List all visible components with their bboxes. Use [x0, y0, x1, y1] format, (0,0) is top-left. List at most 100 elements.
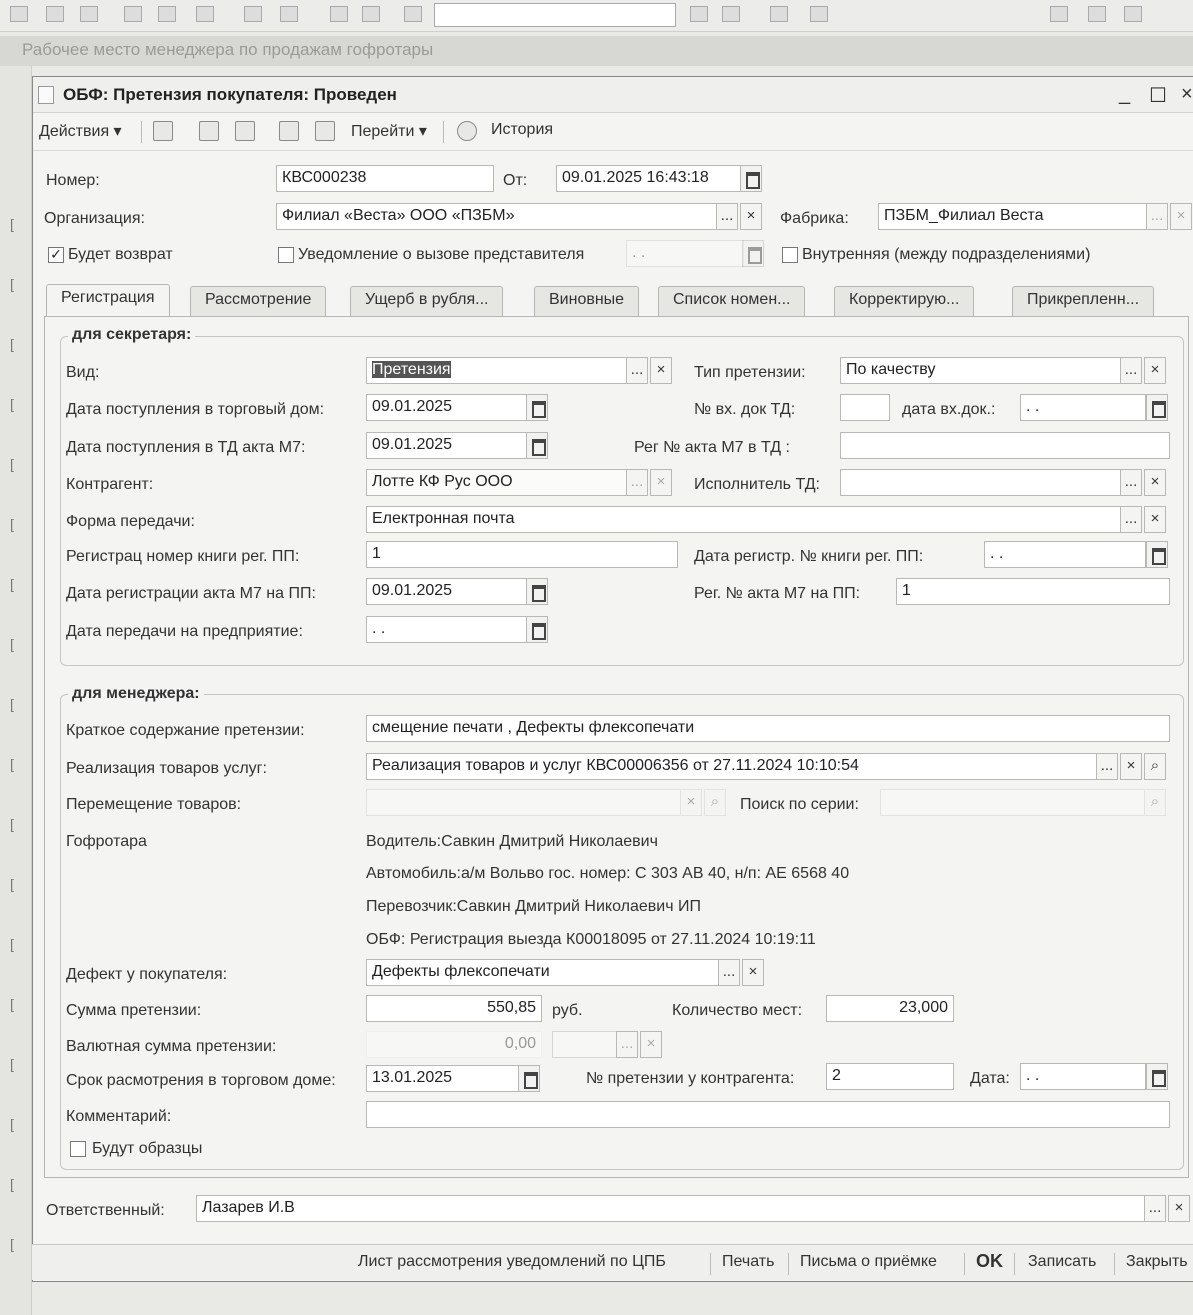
structure-icon[interactable] [199, 121, 219, 141]
org-clear-icon[interactable]: × [740, 203, 762, 230]
fx-select-button[interactable]: ... [616, 1031, 638, 1058]
open-icon[interactable] [46, 6, 64, 22]
calendar-icon[interactable] [740, 165, 762, 192]
factory-clear-icon[interactable]: × [1170, 203, 1192, 230]
print-icon[interactable] [244, 6, 262, 22]
window-icon[interactable] [770, 6, 788, 22]
claim-type-clear-icon[interactable]: × [1144, 357, 1166, 384]
calendar-icon[interactable] [1146, 1063, 1168, 1090]
movements-icon[interactable] [315, 121, 335, 141]
tab-guilty[interactable]: Виновные [534, 286, 640, 316]
calendar31-icon[interactable] [1088, 6, 1106, 22]
calendar-icon[interactable] [518, 1065, 540, 1092]
cp-claim-field[interactable]: 2 [826, 1063, 954, 1090]
return-checkbox[interactable]: ✓ [48, 247, 64, 263]
date-m7-field[interactable]: 09.01.2025 [366, 432, 528, 459]
review-sheet-button[interactable]: Лист рассмотрения уведомлений по ЦПБ [358, 1253, 666, 1271]
tab-damage[interactable]: Ущерб в рубля... [350, 286, 504, 316]
calendar-icon[interactable] [526, 432, 548, 459]
tab-registration[interactable]: Регистрация [46, 284, 170, 317]
counterparty-clear-icon[interactable]: × [650, 469, 672, 496]
reg-m7-td-field[interactable] [840, 432, 1170, 459]
move-search-icon[interactable]: ⌕ [704, 789, 726, 816]
date-in-field[interactable]: 09.01.2025 [366, 394, 528, 421]
transfer-date-field[interactable]: . . [366, 616, 528, 643]
serial-field[interactable] [880, 789, 1146, 816]
samples-checkbox[interactable] [70, 1141, 86, 1157]
form-clear-icon[interactable]: × [1144, 506, 1166, 533]
kind-clear-icon[interactable]: × [650, 357, 672, 384]
reg-m7-date-field[interactable]: 09.01.2025 [366, 578, 528, 605]
defect-field[interactable]: Дефекты флексопечати [366, 959, 720, 986]
tab-corrections[interactable]: Корректирую... [834, 286, 975, 316]
form-field[interactable]: Електронная почта [366, 506, 1122, 533]
copy-icon[interactable] [158, 6, 176, 22]
redo-icon[interactable] [362, 6, 380, 22]
ok-button[interactable]: OK [976, 1251, 1003, 1272]
find-icon[interactable] [404, 6, 422, 22]
sale-search-icon[interactable]: ⌕ [1144, 753, 1166, 780]
places-field[interactable]: 23,000 [826, 995, 954, 1022]
tab-attachments[interactable]: Прикрепленн... [1012, 286, 1155, 316]
responsible-field[interactable]: Лазарев И.В [196, 1195, 1146, 1222]
summary-field[interactable]: смещение печати , Дефекты флексопечати [366, 715, 1170, 742]
calendar-icon[interactable] [742, 240, 764, 267]
org-select-button[interactable]: ... [716, 203, 738, 230]
defect-clear-icon[interactable]: × [742, 959, 764, 986]
sale-field[interactable]: Реализация товаров и услуг КВС00006356 о… [366, 753, 1098, 780]
responsible-clear-icon[interactable]: × [1168, 1195, 1190, 1222]
maximize-icon[interactable]: ☐ [1149, 83, 1167, 108]
new-icon[interactable] [10, 6, 28, 22]
help-icon[interactable] [457, 121, 477, 141]
fx-sum-field[interactable]: 0,00 [366, 1031, 542, 1058]
number-field[interactable]: КВС000238 [276, 165, 494, 192]
tab-review[interactable]: Рассмотрение [190, 286, 327, 316]
in-doc-field[interactable] [840, 394, 890, 421]
close-button[interactable]: Закрыть [1126, 1253, 1188, 1271]
calendar-icon[interactable] [1146, 394, 1168, 421]
claim-type-field[interactable]: По качеству [840, 357, 1122, 384]
print-button[interactable]: Печать [722, 1253, 774, 1271]
calendar-icon[interactable] [526, 394, 548, 421]
comment-field[interactable] [366, 1101, 1170, 1128]
post-icon[interactable] [153, 121, 173, 141]
find-next-icon[interactable] [690, 6, 708, 22]
undo-icon[interactable] [330, 6, 348, 22]
notify-date-field[interactable]: . . [626, 240, 744, 267]
letters-button[interactable]: Письма о приёмке [800, 1253, 937, 1271]
actions-menu[interactable]: Действия ▾ [39, 121, 122, 141]
help-icon[interactable] [810, 6, 828, 22]
kind-select-button[interactable]: ... [626, 357, 648, 384]
claim-type-select-button[interactable]: ... [1120, 357, 1142, 384]
org-field[interactable]: Филиал «Веста» ООО «ПЗБМ» [276, 203, 718, 230]
executor-select-button[interactable]: ... [1120, 469, 1142, 496]
calculator-icon[interactable] [1124, 6, 1142, 22]
cut-icon[interactable] [124, 6, 142, 22]
calendar-icon[interactable] [526, 616, 548, 643]
factory-select-button[interactable]: ... [1146, 203, 1168, 230]
executor-clear-icon[interactable]: × [1144, 469, 1166, 496]
paste-icon[interactable] [196, 6, 214, 22]
move-field[interactable] [366, 789, 682, 816]
history-button[interactable]: История [491, 121, 553, 139]
form-select-button[interactable]: ... [1120, 506, 1142, 533]
sum-field[interactable]: 550,85 [366, 995, 542, 1022]
date-field[interactable]: . . [1020, 1063, 1146, 1090]
fx-clear-icon[interactable]: × [640, 1031, 662, 1058]
toolbar-search-input[interactable] [434, 3, 676, 27]
calendar-icon[interactable] [1146, 541, 1168, 568]
preview-icon[interactable] [280, 6, 298, 22]
reg-book-field[interactable]: 1 [366, 541, 678, 568]
factory-field[interactable]: ПЗБМ_Филиал Веста [878, 203, 1148, 230]
from-date-field[interactable]: 09.01.2025 16:43:18 [556, 165, 742, 192]
calendar-icon[interactable] [1050, 6, 1068, 22]
minimize-icon[interactable]: _ [1119, 83, 1130, 106]
save-button[interactable]: Записать [1028, 1253, 1096, 1271]
in-doc-date-field[interactable]: . . [1020, 394, 1146, 421]
counterparty-select-button[interactable]: ... [626, 469, 648, 496]
tab-items[interactable]: Список номен... [658, 286, 806, 316]
defect-select-button[interactable]: ... [718, 959, 740, 986]
responsible-select-button[interactable]: ... [1144, 1195, 1166, 1222]
sale-clear-icon[interactable]: × [1120, 753, 1142, 780]
fx-currency-field[interactable] [552, 1031, 618, 1058]
